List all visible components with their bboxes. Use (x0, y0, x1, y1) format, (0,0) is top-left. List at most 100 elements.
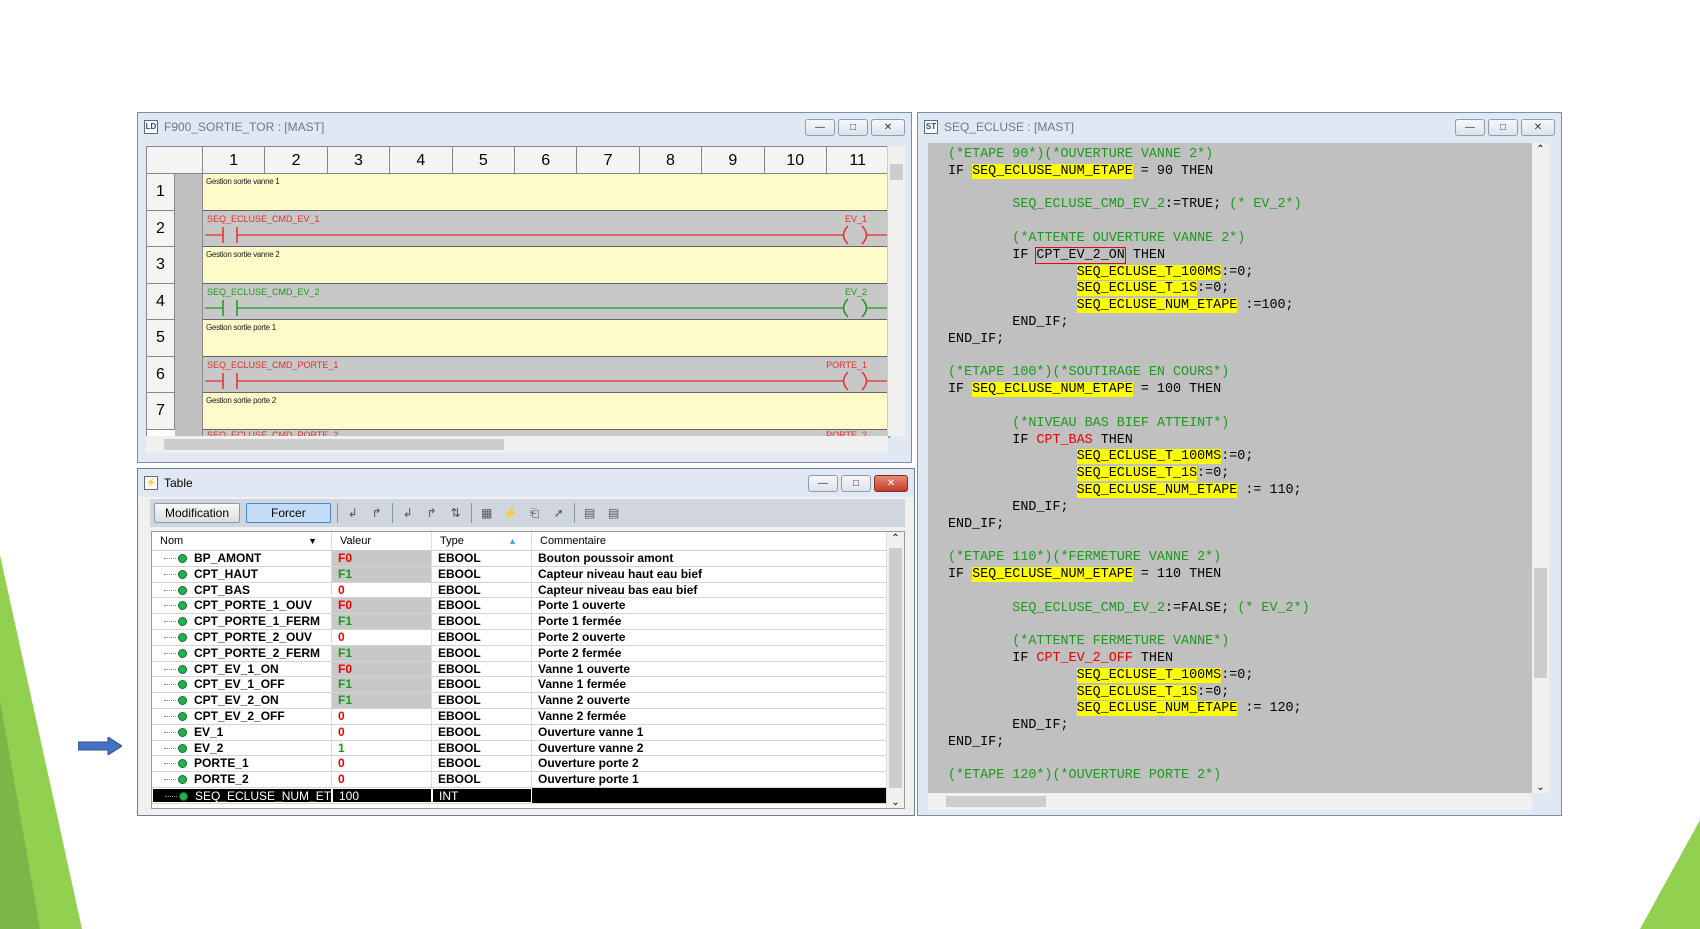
variable-name[interactable]: CPT_EV_1_OFF (152, 677, 332, 693)
header-name[interactable]: Nom ▼ (152, 532, 332, 550)
table-titlebar[interactable]: ⚡ Table — □ ✕ (138, 469, 914, 497)
variable-value[interactable]: F1 (332, 645, 432, 661)
header-comment[interactable]: Commentaire (532, 532, 904, 550)
set-value-icon[interactable]: ⎗ (526, 504, 544, 522)
maximize-button[interactable]: □ (841, 474, 871, 492)
variable-name[interactable]: EV_2 (152, 740, 332, 756)
maximize-button[interactable]: □ (1488, 118, 1518, 136)
rising-edge-icon[interactable]: ↲ (344, 504, 362, 522)
ladder-rung[interactable]: SEQ_ECLUSE_CMD_EV_1 EV_1 (203, 210, 889, 247)
variable-name[interactable]: CPT_PORTE_2_OUV (152, 629, 332, 645)
ladder-titlebar[interactable]: LD F900_SORTIE_TOR : [MAST] — □ ✕ (138, 113, 911, 141)
variable-name[interactable]: PORTE_1 (152, 756, 332, 772)
header-value[interactable]: Valeur (332, 532, 432, 550)
variable-value[interactable]: 0 (332, 756, 432, 772)
grid-icon[interactable]: ▦ (478, 504, 496, 522)
column-header: 9 (702, 147, 765, 174)
variable-value[interactable]: 0 (332, 708, 432, 724)
table-row[interactable]: EV_1 0 EBOOL Ouverture vanne 1 (152, 724, 904, 741)
table-row[interactable]: CPT_EV_2_ON F1 EBOOL Vanne 2 ouverte (152, 693, 904, 709)
table-row[interactable]: EV_2 1 EBOOL Ouverture vanne 2 (152, 740, 904, 757)
table-row[interactable]: CPT_HAUT F1 EBOOL Capteur niveau haut eau b… (152, 566, 904, 583)
variable-value[interactable]: 1 (332, 740, 432, 756)
st-editor-icon: ST (924, 120, 938, 134)
variable-value[interactable]: 0 (332, 724, 432, 740)
rung-comment[interactable]: Gestion sortie porte 2 (203, 393, 889, 430)
rung-comment[interactable]: Gestion sortie porte 1 (203, 320, 889, 357)
maximize-button[interactable]: □ (838, 118, 868, 136)
minimize-button[interactable]: — (808, 474, 838, 492)
force-1-icon[interactable]: ↱ (423, 504, 441, 522)
variable-value[interactable]: F1 (332, 614, 432, 629)
falling-edge-icon[interactable]: ↱ (368, 504, 386, 522)
code-vertical-scrollbar[interactable]: ⌃ ⌄ (1532, 143, 1549, 793)
modification-button[interactable]: Modification (154, 503, 241, 523)
close-button[interactable]: ✕ (871, 118, 905, 136)
table-row[interactable]: BP_AMONT F0 EBOOL Bouton poussoir amont (152, 551, 904, 567)
hexadecimal-icon[interactable]: ▤ (581, 504, 599, 522)
close-button[interactable]: ✕ (874, 474, 908, 492)
header-type[interactable]: Type ▲ (432, 532, 532, 550)
variable-value[interactable]: F0 (332, 661, 432, 677)
table-row[interactable]: PORTE_2 0 EBOOL Ouverture porte 1 (152, 772, 904, 788)
ladder-vertical-scrollbar[interactable] (887, 146, 905, 436)
forcer-button[interactable]: Forcer (246, 503, 331, 523)
rung-comment[interactable]: Gestion sortie vanne 2 (203, 247, 889, 284)
variable-name[interactable]: CPT_PORTE_1_OUV (152, 598, 332, 614)
table-row[interactable]: CPT_BAS 0 EBOOL Capteur niveau bas eau bief (152, 582, 904, 599)
variable-value[interactable]: F1 (332, 677, 432, 693)
force-0-icon[interactable]: ↲ (399, 504, 417, 522)
variable-value[interactable]: 0 (332, 582, 432, 598)
variable-name[interactable]: CPT_EV_2_ON (152, 693, 332, 708)
lightning-icon[interactable]: ⚡ (502, 504, 520, 522)
variable-name[interactable]: BP_AMONT (152, 551, 332, 566)
minimize-button[interactable]: — (1455, 118, 1485, 136)
variable-value[interactable]: F1 (332, 566, 432, 582)
variable-value[interactable]: F0 (332, 551, 432, 566)
code-line: SEQ_ECLUSE_T_100MS:=0; (1076, 449, 1254, 465)
close-button[interactable]: ✕ (1521, 118, 1555, 136)
variable-name[interactable]: SEQ_ECLUSE_NUM_ET... (152, 787, 332, 803)
variable-name[interactable]: CPT_BAS (152, 582, 332, 598)
table-vertical-scrollbar[interactable]: ⌃ ⌄ (886, 532, 904, 808)
variable-value[interactable]: 0 (332, 629, 432, 645)
ladder-grid[interactable]: 1 2 3 4 5 6 7 8 9 10 11 1 2 3 4 5 6 7 Gestion sortie vanne… (146, 146, 890, 438)
variable-comment: Ouverture porte 2 (538, 756, 639, 771)
table-row[interactable]: CPT_EV_1_OFF F1 EBOOL Vanne 1 fermée (152, 677, 904, 694)
table-row[interactable]: CPT_PORTE_1_FERM F1 EBOOL Porte 1 fermée (152, 614, 904, 630)
variable-value[interactable]: F1 (332, 693, 432, 708)
variable-name[interactable]: PORTE_2 (152, 772, 332, 787)
variable-value[interactable]: F0 (332, 598, 432, 614)
table-row[interactable]: CPT_PORTE_1_OUV F0 EBOOL Porte 1 ouverte (152, 598, 904, 615)
variable-value[interactable]: 0 (332, 772, 432, 787)
variable-name[interactable]: CPT_HAUT (152, 566, 332, 582)
ladder-horizontal-scrollbar[interactable] (146, 436, 888, 453)
code-editor[interactable]: (*ETAPE 90*)(*OUVERTURE VANNE 2*) IF SEQ_… (928, 143, 1532, 793)
status-led-icon (178, 569, 187, 579)
column-header: 3 (327, 147, 391, 174)
minimize-button[interactable]: — (805, 118, 835, 136)
table-row[interactable]: CPT_PORTE_2_OUV 0 EBOOL Porte 2 ouverte (152, 629, 904, 646)
code-titlebar[interactable]: ST SEQ_ECLUSE : [MAST] — □ ✕ (918, 113, 1561, 141)
modify-value-icon[interactable]: ➚ (550, 504, 568, 522)
ladder-rung[interactable]: SEQ_ECLUSE_CMD_PORTE_1 PORTE_1 (203, 356, 889, 393)
variable-name[interactable]: CPT_PORTE_1_FERM (152, 614, 332, 629)
ladder-rung[interactable]: SEQ_ECLUSE_CMD_EV_2 EV_2 (203, 283, 889, 320)
variable-name[interactable]: CPT_PORTE_2_FERM (152, 645, 332, 661)
realtime-icon[interactable]: ▤ (605, 504, 623, 522)
code-line: SEQ_ECLUSE_NUM_ETAPE := 110; (1076, 482, 1302, 498)
table-row[interactable]: CPT_EV_1_ON F0 EBOOL Vanne 1 ouverte (152, 661, 904, 678)
variable-name[interactable]: CPT_EV_2_OFF (152, 708, 332, 724)
table-row[interactable]: SEQ_ECLUSE_NUM_ET... 100 INT (152, 787, 904, 804)
variable-value[interactable]: 100 (332, 787, 432, 803)
table-row[interactable]: CPT_PORTE_2_FERM F1 EBOOL Porte 2 fermée (152, 645, 904, 662)
code-horizontal-scrollbar[interactable] (928, 793, 1532, 810)
variable-name[interactable]: EV_1 (152, 724, 332, 740)
table-row[interactable]: PORTE_1 0 EBOOL Ouverture porte 2 (152, 756, 904, 773)
variable-name[interactable]: CPT_EV_1_ON (152, 661, 332, 677)
rung-comment[interactable]: Gestion sortie vanne 1 (203, 174, 889, 211)
unforce-icon[interactable]: ⇅ (447, 504, 465, 522)
code-line: SEQ_ECLUSE_T_1S:=0; (1076, 466, 1230, 482)
table-row[interactable]: CPT_EV_2_OFF 0 EBOOL Vanne 2 fermée (152, 708, 904, 725)
variable-comment: Vanne 2 ouverte (538, 693, 631, 708)
